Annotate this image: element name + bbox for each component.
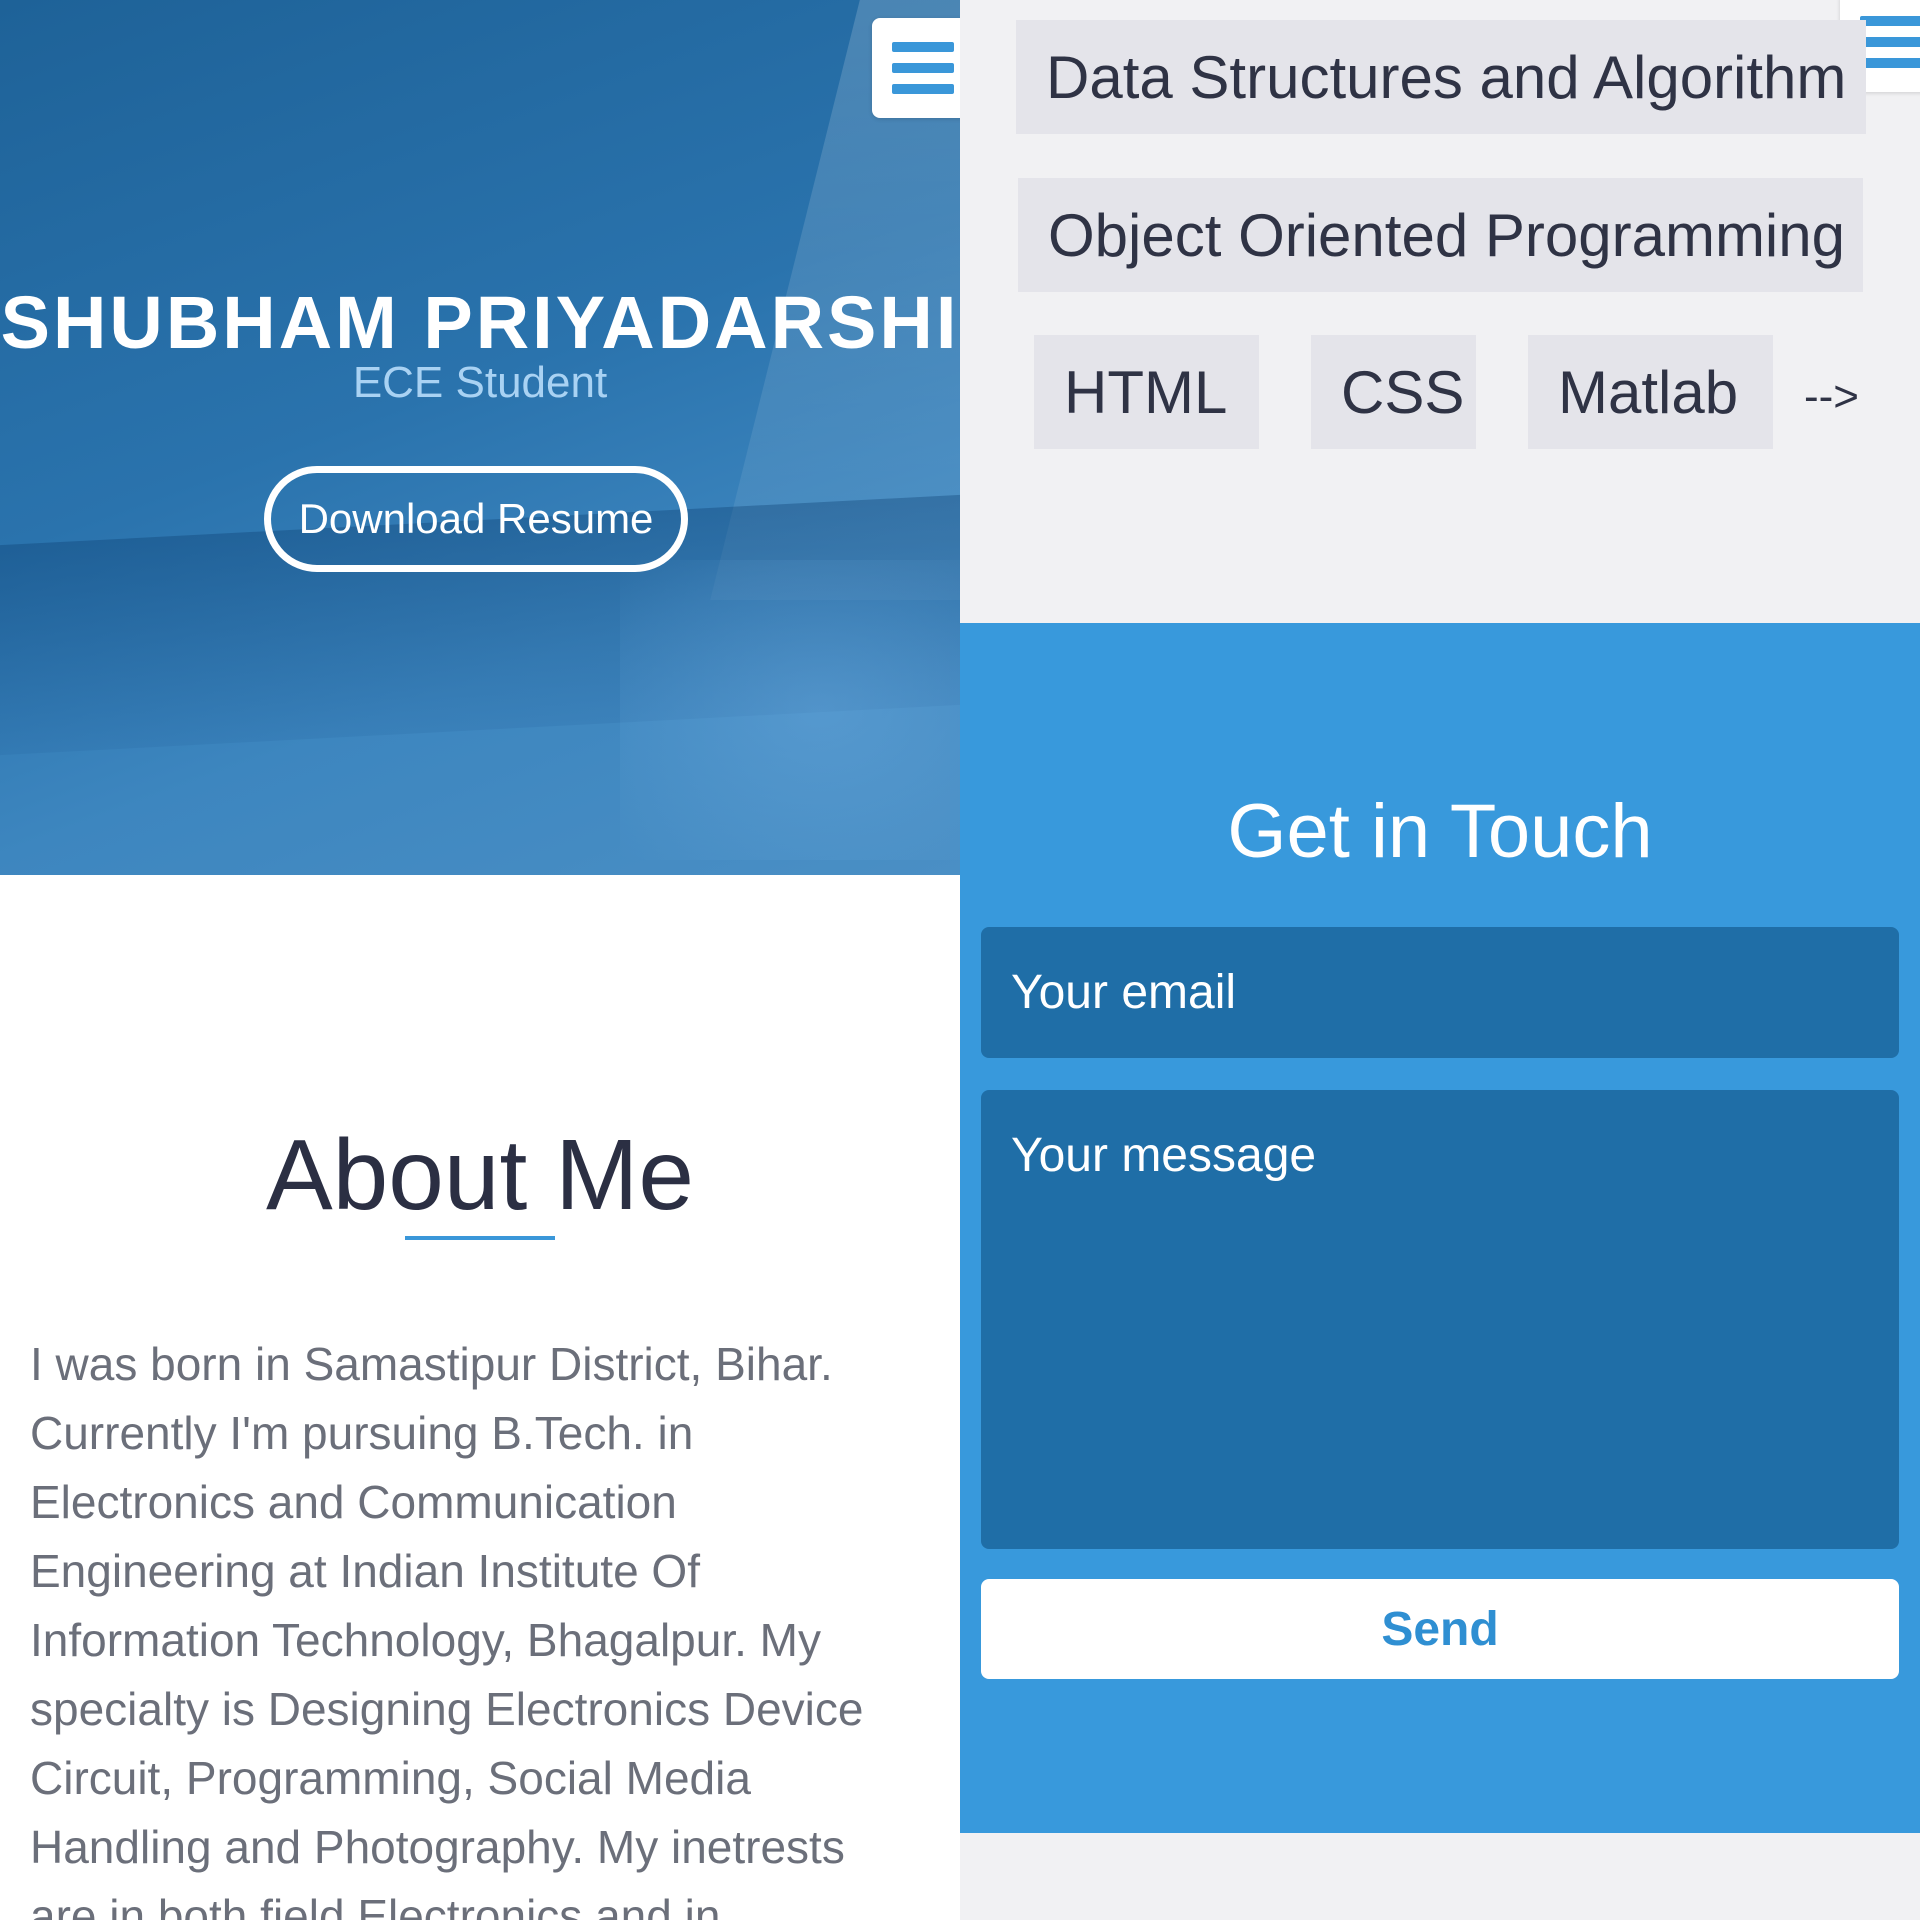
menu-bar	[892, 42, 954, 52]
about-underline	[405, 1236, 555, 1240]
hero-section: SHUBHAM PRIYADARSHI ECE Student Download…	[0, 0, 960, 875]
skill-tag: Object Oriented Programming	[1018, 178, 1863, 292]
menu-bar	[892, 84, 954, 94]
contact-title: Get in Touch	[1227, 789, 1653, 874]
download-resume-button[interactable]: Download Resume	[264, 466, 688, 572]
footer-strip	[960, 1833, 1920, 1920]
left-screen: SHUBHAM PRIYADARSHI ECE Student Download…	[0, 0, 960, 1920]
about-text: I was born in Samastipur District, Bihar…	[30, 1338, 864, 1920]
hero-background-glow	[620, 560, 960, 860]
skill-tag: CSS	[1311, 335, 1476, 449]
profile-name: SHUBHAM PRIYADARSHI	[0, 281, 960, 364]
menu-bar	[1860, 37, 1920, 47]
profile-role: ECE Student	[352, 358, 608, 407]
send-button[interactable]: Send	[981, 1579, 1899, 1679]
hamburger-menu-icon[interactable]	[872, 18, 960, 118]
skill-tag: HTML	[1034, 335, 1259, 449]
contact-section: Get in Touch Your email Your message Sen…	[960, 623, 1920, 1833]
email-input[interactable]: Your email	[981, 927, 1899, 1058]
menu-bar	[1860, 16, 1920, 26]
skill-tag: Matlab	[1528, 335, 1773, 449]
menu-bar	[892, 63, 954, 73]
message-textarea[interactable]: Your message	[981, 1090, 1899, 1549]
about-title: About Me	[265, 1119, 695, 1231]
skill-tag: Data Structures and Algorithm	[1016, 20, 1866, 134]
right-screen: Data Structures and Algorithm Object Ori…	[960, 0, 1920, 1920]
skills-more-arrow: -->	[1804, 372, 1859, 421]
menu-bar	[1860, 58, 1920, 68]
